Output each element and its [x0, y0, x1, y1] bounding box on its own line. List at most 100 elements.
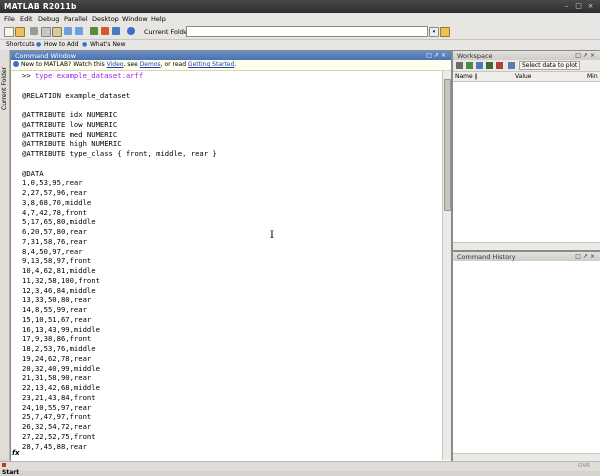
- output-line: 17,9,38,86,front: [22, 334, 92, 344]
- output-line: 10,4,62,81,middle: [22, 266, 96, 275]
- workspace-toolbar: Select data to plot: [453, 60, 600, 72]
- panel-controls[interactable]: □↗×: [575, 253, 597, 260]
- history-header: Command History □↗×: [453, 252, 600, 261]
- output-line: @ATTRIBUTE med NUMERIC: [22, 129, 118, 139]
- scroll-thumb[interactable]: [444, 79, 451, 211]
- chevron-down-icon[interactable]: ▾: [429, 27, 439, 37]
- getting-started-link[interactable]: Getting Started: [188, 61, 234, 68]
- command-vscrollbar[interactable]: [442, 71, 451, 460]
- history-hscrollbar[interactable]: [453, 453, 600, 461]
- current-folder-sidetab[interactable]: Current Folder: [0, 50, 10, 460]
- start-icon: [2, 463, 6, 467]
- menu-file[interactable]: File: [4, 15, 15, 23]
- add-shortcut-icon: ●: [36, 41, 42, 48]
- profiler-icon[interactable]: [112, 27, 120, 35]
- fx-icon[interactable]: fx: [12, 449, 20, 457]
- maximize-icon[interactable]: □: [574, 2, 583, 11]
- output-line: 27,22,52,75,front: [22, 431, 96, 441]
- command-output-lines: @RELATION example_dataset @ATTRIBUTE idx…: [22, 91, 217, 451]
- output-line: 9,13,58,97,front: [22, 256, 92, 266]
- menu-help[interactable]: Help: [151, 15, 166, 23]
- column-min[interactable]: Min: [587, 73, 598, 80]
- output-line: 22,13,42,68,middle: [22, 383, 100, 392]
- menu-desktop[interactable]: Desktop: [92, 15, 119, 23]
- menu-window[interactable]: Window: [122, 15, 148, 23]
- open-folder-icon[interactable]: [15, 27, 25, 37]
- column-value[interactable]: Value: [515, 73, 531, 80]
- history-title: Command History: [457, 253, 516, 261]
- plot-icon[interactable]: [508, 62, 515, 69]
- workspace-column-header: Name ∥ Value Min: [453, 72, 600, 82]
- output-line: @DATA: [22, 168, 44, 178]
- open-variable-icon[interactable]: [466, 62, 473, 69]
- output-line: 12,3,46,84,middle: [22, 285, 96, 295]
- panel-controls[interactable]: □↗×: [575, 52, 597, 59]
- undo-icon[interactable]: [64, 27, 72, 35]
- menu-parallel[interactable]: Parallel: [64, 15, 88, 23]
- output-line: 14,8,55,99,rear: [22, 305, 87, 314]
- info-icon: [13, 61, 19, 67]
- info-bar: New to MATLAB? Watch this Video, see Dem…: [11, 60, 451, 71]
- output-line: 24,10,55,97,rear: [22, 402, 92, 412]
- workspace-panel[interactable]: Workspace □↗× Select data to plot Name ∥…: [452, 50, 600, 251]
- output-line: @ATTRIBUTE type_class { front, middle, r…: [22, 149, 217, 158]
- output-line: 21,31,58,90,rear: [22, 373, 92, 383]
- copy-icon[interactable]: [41, 27, 51, 37]
- output-line: 2,27,57,96,rear: [22, 188, 87, 197]
- start-button[interactable]: Start: [2, 462, 24, 476]
- info-mid1: , see: [123, 61, 140, 68]
- cut-icon[interactable]: [30, 27, 38, 35]
- output-line: 25,7,47,97,front: [22, 412, 92, 422]
- video-link[interactable]: Video: [107, 61, 124, 68]
- output-line: 15,10,51,67,rear: [22, 314, 92, 324]
- column-name[interactable]: Name ∥: [455, 73, 478, 80]
- panel-controls[interactable]: □↗×: [426, 52, 448, 59]
- simulink-icon[interactable]: [90, 27, 98, 35]
- output-line: 20,32,40,99,middle: [22, 363, 100, 373]
- command-window[interactable]: Command Window □↗× New to MATLAB? Watch …: [10, 50, 452, 462]
- output-line: 1,0,53,95,rear: [22, 178, 83, 188]
- select-data-to-plot-button[interactable]: Select data to plot: [519, 61, 581, 70]
- menu-edit[interactable]: Edit: [20, 15, 33, 23]
- workspace-header: Workspace □↗×: [453, 51, 600, 60]
- output-line: 28,7,45,88,rear: [22, 441, 87, 451]
- output-line: 18,2,53,76,middle: [22, 344, 96, 353]
- shortcuts-label[interactable]: Shortcuts: [6, 41, 35, 48]
- delete-variable-icon[interactable]: [496, 62, 503, 69]
- output-line: 26,32,54,72,rear: [22, 422, 92, 431]
- output-line: 4,7,42,78,front: [22, 207, 87, 217]
- guide-icon[interactable]: [101, 27, 109, 35]
- whats-new-link[interactable]: What's New: [90, 41, 126, 48]
- menu-debug[interactable]: Debug: [38, 15, 59, 23]
- workspace-hscrollbar[interactable]: [453, 242, 600, 250]
- help-icon[interactable]: [127, 27, 135, 35]
- toolbar: Current Folder: ▾: [0, 24, 600, 40]
- minimize-icon[interactable]: –: [562, 2, 571, 11]
- command-history-panel[interactable]: Command History □↗×: [452, 251, 600, 462]
- close-icon[interactable]: ×: [586, 2, 595, 11]
- redo-icon[interactable]: [75, 27, 83, 35]
- whats-new-icon: ●: [82, 41, 88, 48]
- output-line: 5,17,65,80,middle: [22, 217, 96, 227]
- new-variable-icon[interactable]: [456, 62, 463, 69]
- output-line: 8,4,50,97,rear: [22, 246, 83, 256]
- demos-link[interactable]: Demos: [140, 61, 161, 68]
- text-cursor-icon: I: [270, 230, 274, 241]
- paste-icon[interactable]: [52, 27, 62, 37]
- output-line: 6,20,57,80,rear: [22, 227, 87, 236]
- new-file-icon[interactable]: [4, 27, 14, 37]
- output-line: 11,32,58,100,front: [22, 275, 100, 285]
- output-line: 3,8,68,70,middle: [22, 197, 92, 207]
- output-line: @ATTRIBUTE low NUMERIC: [22, 119, 118, 129]
- current-folder-input[interactable]: [186, 26, 428, 37]
- browse-folder-icon[interactable]: [440, 27, 450, 37]
- save-workspace-icon[interactable]: [486, 62, 493, 69]
- how-to-add-link[interactable]: How to Add: [44, 41, 79, 48]
- output-line: 23,21,43,84,front: [22, 392, 96, 402]
- output-line: @RELATION example_dataset: [22, 90, 131, 100]
- menu-bar: File Edit Debug Parallel Desktop Window …: [0, 13, 600, 24]
- output-line: @ATTRIBUTE idx NUMERIC: [22, 110, 118, 119]
- command-output[interactable]: >> type example_dataset.arff @RELATION e…: [11, 71, 452, 460]
- import-data-icon[interactable]: [476, 62, 483, 69]
- output-line: 19,24,62,78,rear: [22, 353, 92, 363]
